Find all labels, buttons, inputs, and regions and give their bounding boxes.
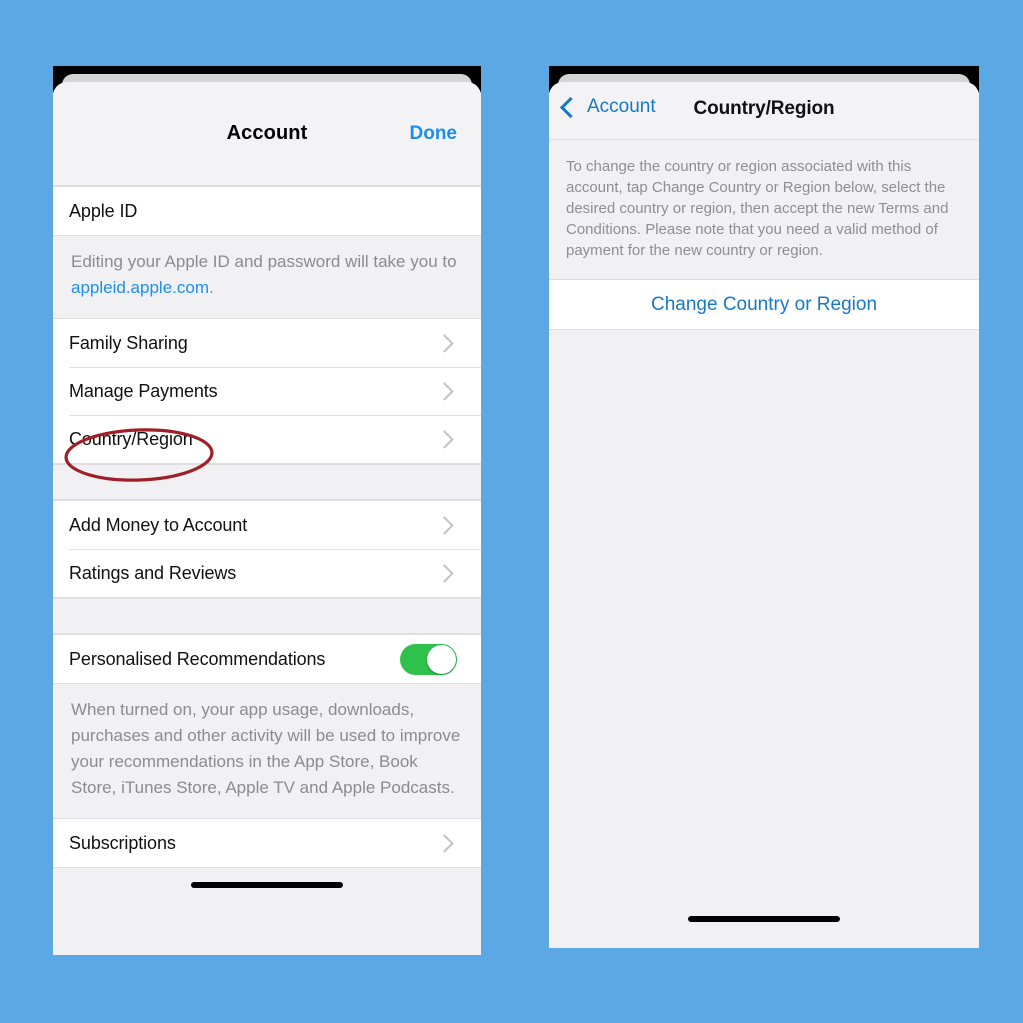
list-item-country-region[interactable]: Country/Region [53, 415, 481, 463]
chevron-right-icon [435, 381, 454, 401]
modal-sheet: Account Country/Region To change the cou… [549, 82, 979, 948]
section-gap [53, 464, 481, 500]
list-item-manage-payments[interactable]: Manage Payments [53, 367, 481, 415]
list-item-label: Ratings and Reviews [69, 562, 237, 583]
apple-id-footnote: Editing your Apple ID and password will … [53, 236, 481, 318]
account-options-group: Family Sharing Manage Payments Country/R… [53, 318, 481, 464]
list-item-add-money-to-account[interactable]: Add Money to Account [53, 501, 481, 549]
chevron-right-icon [435, 833, 454, 853]
list-item-personalised-recommendations[interactable]: Personalised Recommendations [53, 635, 481, 683]
done-button[interactable]: Done [410, 123, 458, 145]
apple-id-group: Apple ID [53, 186, 481, 236]
chevron-right-icon [435, 515, 454, 535]
recommendations-group: Personalised Recommendations [53, 634, 481, 684]
toggle-knob [427, 644, 456, 674]
list-item-apple-id[interactable]: Apple ID [53, 187, 481, 235]
intro-description: To change the country or region associat… [549, 140, 979, 279]
personalised-recommendations-toggle[interactable] [400, 643, 457, 675]
footnote-text-before: Editing your Apple ID and password will … [71, 252, 457, 271]
change-country-or-region-label: Change Country or Region [650, 293, 878, 315]
list-item-label: Family Sharing [69, 332, 188, 353]
home-indicator-area [549, 902, 979, 948]
list-item-ratings-and-reviews[interactable]: Ratings and Reviews [53, 549, 481, 597]
appleid-link[interactable]: appleid.apple.com [71, 278, 209, 297]
list-item-label: Personalised Recommendations [69, 648, 326, 669]
phone-screenshot-left: Account Done Apple ID Editing your Apple… [53, 66, 481, 955]
navigation-bar: Account Country/Region [549, 82, 979, 140]
page-title: Country/Region [693, 98, 835, 119]
list-item-label: Country/Region [69, 428, 193, 449]
list-item-label: Add Money to Account [69, 514, 248, 535]
modal-sheet: Account Done Apple ID Editing your Apple… [53, 82, 481, 955]
chevron-right-icon [435, 333, 454, 353]
list-item-label: Manage Payments [69, 380, 218, 401]
chevron-right-icon [435, 429, 454, 449]
money-group: Add Money to Account Ratings and Reviews [53, 500, 481, 598]
list-item-label: Subscriptions [69, 832, 176, 853]
subscriptions-group: Subscriptions [53, 818, 481, 868]
list-item-label: Apple ID [69, 200, 138, 221]
section-gap [53, 598, 481, 634]
phone-screenshot-right: Account Country/Region To change the cou… [549, 66, 979, 948]
list-item-family-sharing[interactable]: Family Sharing [53, 319, 481, 367]
empty-content-area [549, 330, 979, 902]
list-item-subscriptions[interactable]: Subscriptions [53, 819, 481, 867]
navigation-bar: Account Done [53, 82, 481, 186]
chevron-right-icon [435, 563, 454, 583]
home-indicator-area [53, 868, 481, 914]
home-indicator[interactable] [191, 882, 343, 888]
home-indicator[interactable] [688, 916, 840, 922]
footnote-text-after: . [208, 278, 214, 297]
recommendations-footnote: When turned on, your app usage, download… [53, 684, 481, 818]
change-country-or-region-button[interactable]: Change Country or Region [549, 279, 979, 330]
